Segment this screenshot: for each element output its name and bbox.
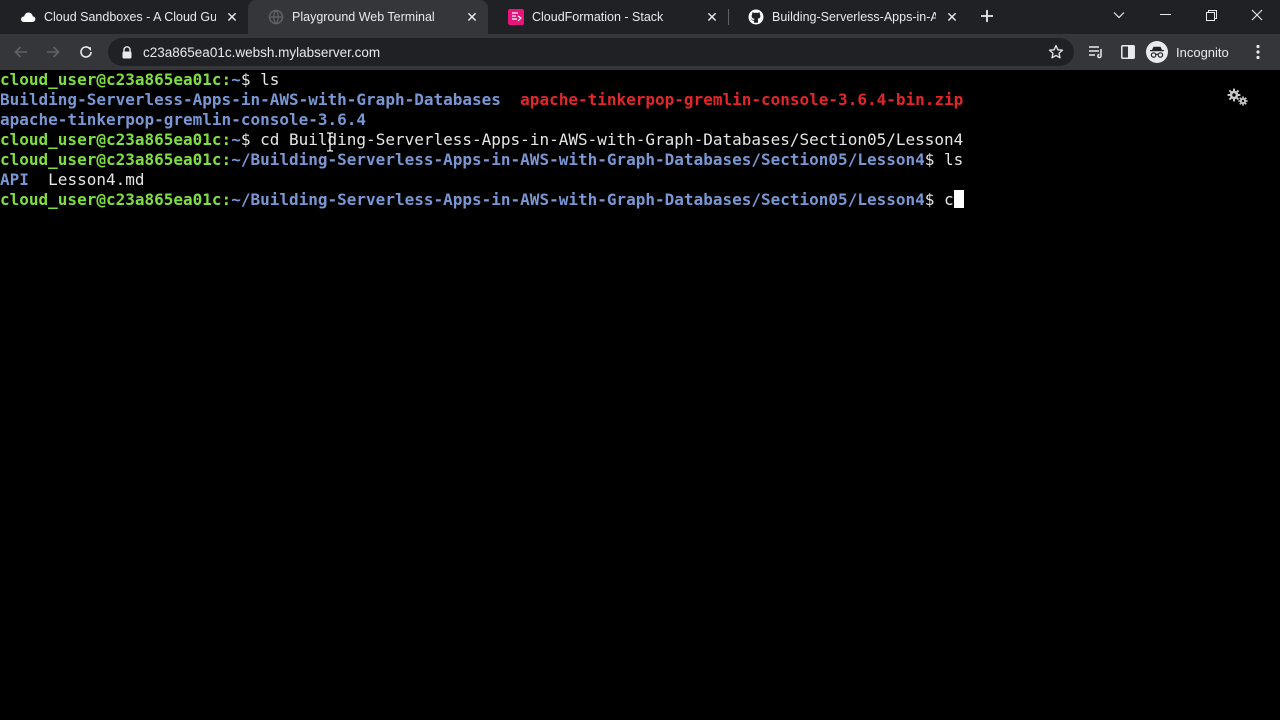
tab-playground-web-terminal[interactable]: Playground Web Terminal ✕	[248, 0, 488, 34]
arrow-right-icon	[47, 46, 60, 58]
browser-menu-button[interactable]	[1245, 40, 1271, 64]
profile-label: Incognito	[1176, 44, 1229, 60]
side-panel-button[interactable]	[1115, 40, 1141, 64]
restore-icon	[1205, 9, 1217, 21]
prompt-user-host: cloud_user@c23a865ea01c:	[0, 70, 232, 89]
new-tab-button[interactable]	[976, 5, 998, 27]
bookmark-star-icon[interactable]	[1048, 44, 1064, 60]
column-gap	[501, 90, 520, 109]
command-text: $ ls	[240, 70, 280, 89]
browser-window: Cloud Sandboxes - A Cloud Guru ✕ Playgro…	[0, 0, 1280, 720]
github-icon	[748, 9, 764, 25]
page-scrollbar[interactable]	[1268, 70, 1280, 720]
command-text: $ c	[924, 190, 954, 209]
directory-entry: API	[0, 170, 29, 189]
tab-cloudformation-stack[interactable]: CloudFormation - Stack ✕	[488, 0, 728, 34]
tab-title: CloudFormation - Stack	[532, 10, 664, 24]
chevron-down-icon	[1113, 12, 1125, 19]
side-panel-icon	[1121, 45, 1135, 59]
text-cursor-ibeam-icon	[325, 132, 335, 152]
close-tab-icon[interactable]: ✕	[704, 9, 720, 25]
restore-button[interactable]	[1188, 0, 1234, 30]
terminal-line: cloud_user@c23a865ea01c:~$ cd Building-S…	[0, 130, 1264, 150]
terminal-line: Building-Serverless-Apps-in-AWS-with-Gra…	[0, 90, 1264, 110]
directory-entry: apache-tinkerpop-gremlin-console-3.6.4	[0, 110, 367, 129]
reload-button[interactable]	[73, 40, 99, 64]
incognito-icon	[1146, 41, 1168, 63]
close-tab-icon[interactable]: ✕	[944, 9, 960, 25]
close-icon	[1251, 9, 1263, 21]
plus-icon	[981, 10, 993, 22]
tab-github-repo[interactable]: Building-Serverless-Apps-in-AWS ✕	[728, 0, 968, 34]
web-terminal-page[interactable]: cloud_user@c23a865ea01c:~$ ls Building-S…	[0, 70, 1280, 720]
terminal-line: cloud_user@c23a865ea01c:~$ ls	[0, 70, 1264, 90]
prompt-user-host: cloud_user@c23a865ea01c:	[0, 130, 232, 149]
terminal-line: apache-tinkerpop-gremlin-console-3.6.4	[0, 110, 1264, 130]
tab-strip: Cloud Sandboxes - A Cloud Guru ✕ Playgro…	[0, 0, 1280, 34]
tab-title: Playground Web Terminal	[292, 10, 435, 24]
command-text: $ cd Building-Serverless-Apps-in-AWS-wit…	[240, 130, 964, 149]
back-button[interactable]	[8, 40, 34, 64]
prompt-path: ~	[231, 130, 241, 149]
reload-icon	[80, 46, 92, 58]
acloudguru-cloud-icon	[20, 9, 36, 25]
close-tab-icon[interactable]: ✕	[224, 9, 240, 25]
prompt-path: ~/Building-Serverless-Apps-in-AWS-with-G…	[231, 150, 925, 169]
close-window-button[interactable]	[1234, 0, 1280, 30]
minimize-icon	[1159, 14, 1171, 15]
terminal-output[interactable]: cloud_user@c23a865ea01c:~$ ls Building-S…	[0, 70, 1264, 210]
file-entry: Lesson4.md	[48, 170, 145, 189]
cloudformation-icon	[508, 9, 524, 25]
gears-icon[interactable]	[1226, 86, 1250, 108]
incognito-profile-button[interactable]: Incognito	[1146, 39, 1229, 65]
directory-entry: Building-Serverless-Apps-in-AWS-with-Gra…	[0, 90, 501, 109]
media-controls-button[interactable]	[1083, 40, 1109, 64]
browser-toolbar: c23a865ea01c.websh.mylabserver.com Incog…	[0, 34, 1280, 70]
prompt-user-host: cloud_user@c23a865ea01c:	[0, 190, 232, 209]
command-text: $ ls	[924, 150, 964, 169]
terminal-line: cloud_user@c23a865ea01c:~/Building-Serve…	[0, 190, 1264, 210]
archive-entry: apache-tinkerpop-gremlin-console-3.6.4-b…	[520, 90, 964, 109]
arrow-left-icon	[14, 46, 27, 58]
close-tab-icon[interactable]: ✕	[464, 9, 480, 25]
prompt-path: ~/Building-Serverless-Apps-in-AWS-with-G…	[231, 190, 925, 209]
terminal-cursor	[953, 190, 964, 208]
address-bar[interactable]: c23a865ea01c.websh.mylabserver.com	[108, 38, 1074, 66]
tab-title: Building-Serverless-Apps-in-AWS	[772, 10, 936, 24]
playlist-icon	[1089, 46, 1102, 59]
column-gap	[29, 170, 48, 189]
terminal-line: cloud_user@c23a865ea01c:~/Building-Serve…	[0, 150, 1264, 170]
prompt-user-host: cloud_user@c23a865ea01c:	[0, 150, 232, 169]
terminal-line: API Lesson4.md	[0, 170, 1264, 190]
lock-icon[interactable]	[120, 45, 134, 59]
minimize-button[interactable]	[1142, 0, 1188, 30]
tab-title: Cloud Sandboxes - A Cloud Guru	[44, 10, 216, 24]
globe-icon	[268, 9, 284, 25]
url-text: c23a865ea01c.websh.mylabserver.com	[143, 44, 381, 60]
prompt-path: ~	[231, 70, 241, 89]
more-vertical-icon	[1256, 44, 1260, 60]
tab-cloud-sandboxes[interactable]: Cloud Sandboxes - A Cloud Guru ✕	[0, 0, 248, 34]
forward-button[interactable]	[40, 40, 66, 64]
tab-search-button[interactable]	[1096, 0, 1142, 30]
